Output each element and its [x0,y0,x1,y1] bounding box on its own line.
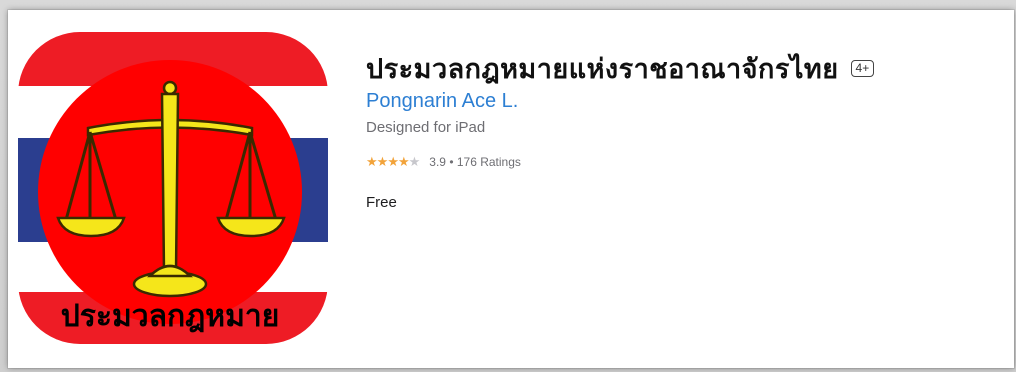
app-icon[interactable]: ประมวลกฎหมาย [18,32,328,344]
window-frame: ประมวลกฎหมาย ประมวลกฎหมายแห่งราชอาณาจักร… [0,0,1016,372]
ratings-row: ★★★★★ 3.9 • 176 Ratings [366,154,1006,170]
rating-summary: 3.9 • 176 Ratings [429,155,521,169]
age-rating-badge: 4+ [850,59,875,77]
star-filled-icon: ★ [366,154,378,169]
app-title: ประมวลกฎหมายแห่งราชอาณาจักรไทย [366,53,839,85]
icon-label-text: ประมวลกฎหมาย [61,299,280,334]
app-store-listing-card: ประมวลกฎหมาย ประมวลกฎหมายแห่งราชอาณาจักร… [8,10,1014,368]
star-filled-icon: ★ [376,154,389,169]
title-row: ประมวลกฎหมายแห่งราชอาณาจักรไทย 4+ [366,48,1006,88]
designed-for-label: Designed for iPad [366,119,486,136]
rating-separator: • [449,155,454,169]
rating-count: 176 Ratings [456,155,521,169]
star-filled-icon: ★ [387,154,399,169]
developer-link[interactable]: Pongnarin Ace L. [366,90,1006,113]
app-info: ประมวลกฎหมายแห่งราชอาณาจักรไทย 4+ Pongna… [366,48,1006,211]
star-filled-icon: ★ [397,154,410,169]
price-label: Free [366,194,397,211]
star-empty-icon: ★ [408,154,421,169]
app-icon-artwork: ประมวลกฎหมาย [18,32,328,344]
rating-value: 3.9 [429,155,446,169]
star-rating: ★★★★★ [366,154,421,170]
